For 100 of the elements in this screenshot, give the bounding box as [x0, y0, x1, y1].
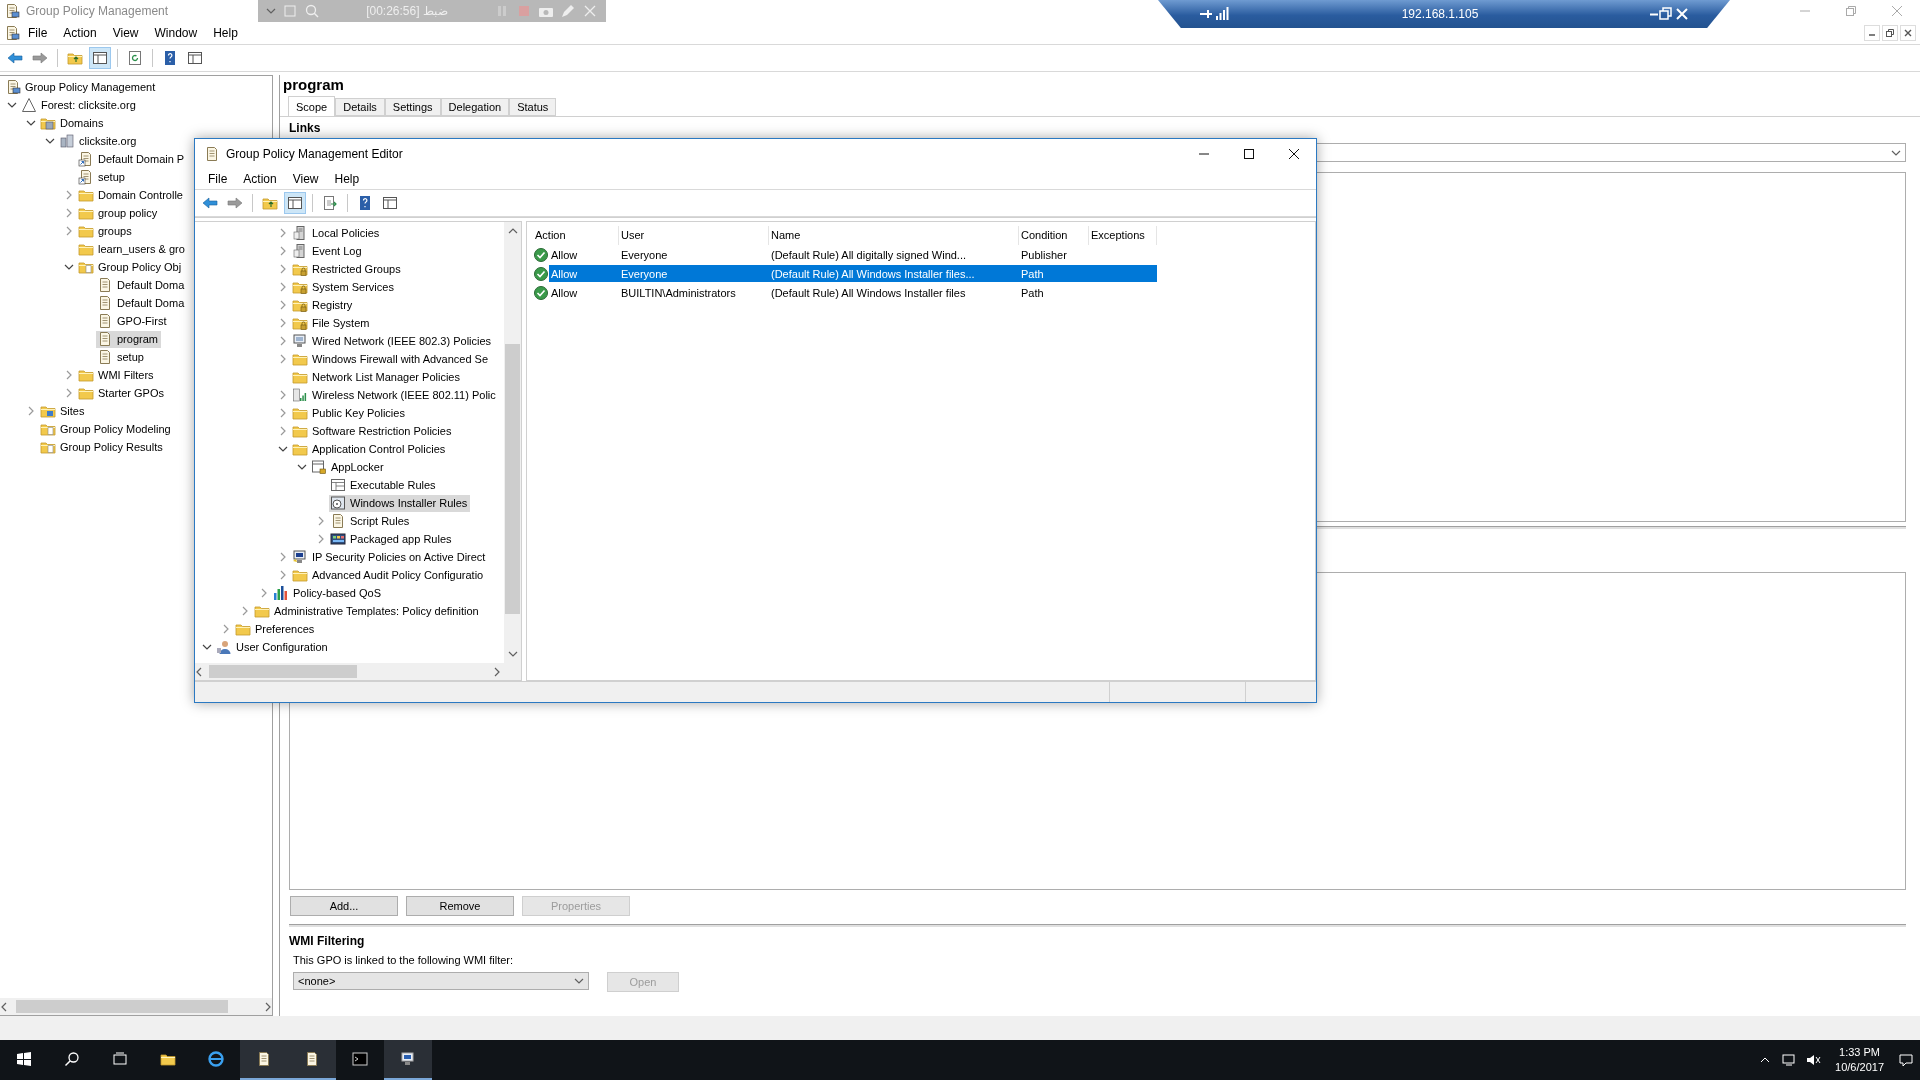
folder-icon [78, 187, 94, 203]
column-header[interactable]: Action [533, 226, 619, 245]
tree-item[interactable]: WMI Filters [77, 366, 157, 384]
tree-item[interactable]: Starter GPOs [77, 384, 168, 402]
column-header[interactable]: User [619, 226, 769, 245]
tree-item[interactable]: AppLocker [310, 458, 387, 476]
tree-item[interactable]: setup [77, 168, 128, 186]
tree-item[interactable]: setup [96, 348, 147, 366]
scrollbar-thumb[interactable] [505, 344, 520, 614]
menu-item[interactable]: View [104, 23, 147, 43]
tree-item[interactable]: program [96, 330, 161, 348]
tree-item[interactable]: Restricted Groups [291, 260, 404, 278]
taskbar-app[interactable] [288, 1040, 336, 1080]
tree-item[interactable]: Network List Manager Policies [291, 368, 463, 386]
tree-item[interactable]: Application Control Policies [291, 440, 449, 458]
tree-item[interactable]: Packaged app Rules [329, 530, 455, 548]
tree-item[interactable]: clicksite.org [58, 132, 140, 150]
tree-item[interactable]: Group Policy Modeling [39, 420, 174, 438]
tab[interactable]: Scope [288, 96, 336, 116]
tree-item[interactable]: Group Policy Obj [77, 258, 185, 276]
table-cell-text: Publisher [1020, 248, 1068, 261]
tree-item[interactable]: Windows Firewall with Advanced Se [291, 350, 492, 368]
tree-item[interactable]: Preferences [234, 620, 318, 638]
taskbar-app[interactable] [240, 1040, 288, 1080]
grid-icon [330, 531, 346, 547]
tree-item[interactable]: File System [291, 314, 373, 332]
tree-item[interactable]: Wireless Network (IEEE 802.11) Polic [291, 386, 499, 404]
menu-item[interactable]: File [20, 23, 56, 43]
close-button[interactable] [1900, 25, 1916, 41]
menu-item[interactable]: View [284, 169, 327, 189]
console-tree-button[interactable] [284, 192, 306, 214]
caret-up-icon [507, 226, 518, 236]
restore-icon [1658, 6, 1674, 22]
tree-item[interactable]: GPO-First [96, 312, 170, 330]
tree-item[interactable]: Sites [39, 402, 88, 420]
tree-item[interactable]: IP Security Policies on Active Direct [291, 548, 489, 566]
scrollbar-thumb[interactable] [16, 1000, 228, 1013]
menu-item[interactable]: Help [326, 169, 368, 189]
panel-icon [92, 50, 108, 66]
tree-item[interactable]: Advanced Audit Policy Configuratio [291, 566, 487, 584]
locked-folder-icon [292, 279, 308, 295]
tree-item[interactable]: User Configuration [215, 638, 331, 656]
tree-item[interactable]: Administrative Templates: Policy definition [253, 602, 482, 620]
tree-item[interactable]: groups [77, 222, 135, 240]
tree-item[interactable]: Default Domain P [77, 150, 188, 168]
menu-item[interactable]: Action [55, 23, 105, 43]
tree-item[interactable]: Group Policy Results [39, 438, 166, 456]
tree-item[interactable]: Policy-based QoS [272, 584, 385, 602]
minimize-button[interactable] [1864, 25, 1880, 41]
tab[interactable]: Details [335, 98, 385, 116]
tree-item[interactable]: learn_users & gro [77, 240, 188, 258]
table-cell-text: Everyone [620, 267, 669, 280]
tree-item[interactable]: Local Policies [291, 224, 383, 242]
tree-item[interactable]: Default Doma [96, 294, 188, 312]
tree-item[interactable]: Domains [39, 114, 107, 132]
push-button[interactable]: Remove [406, 896, 514, 916]
tree-item[interactable]: Event Log [291, 242, 365, 260]
push-button[interactable]: Add... [290, 896, 398, 916]
tree-item[interactable]: Public Key Policies [291, 404, 408, 422]
folder-icon [78, 205, 94, 221]
console-tree-button[interactable] [89, 47, 111, 69]
horizontal-scrollbar[interactable] [195, 663, 521, 680]
horizontal-scrollbar[interactable] [0, 998, 272, 1015]
folder-icon [292, 423, 308, 439]
tree-item[interactable]: Group Policy Management [4, 78, 159, 96]
panel-icon [382, 195, 398, 211]
tree-item[interactable]: Windows Installer Rules [329, 494, 471, 512]
tree-item[interactable]: Registry [291, 296, 356, 314]
column-header[interactable]: Condition [1019, 226, 1089, 245]
column-header[interactable]: Exceptions [1089, 226, 1157, 245]
tree-item[interactable]: Software Restriction Policies [291, 422, 455, 440]
tree-item[interactable]: Executable Rules [329, 476, 439, 494]
wmi-filter-dropdown[interactable]: <none> [293, 972, 589, 990]
tree-item[interactable]: Domain Controlle [77, 186, 186, 204]
menu-item[interactable]: Action [235, 169, 285, 189]
tree-item[interactable]: Default Doma [96, 276, 188, 294]
vertical-scrollbar[interactable] [504, 222, 521, 663]
menu-item[interactable]: Help [205, 23, 246, 43]
rule-row[interactable]: Allow Everyone (Default Rule) All digitally signed Wind... Publisher [549, 246, 1157, 263]
tree-item[interactable]: Wired Network (IEEE 802.3) Policies [291, 332, 495, 350]
tree-item[interactable]: System Services [291, 278, 397, 296]
globe-icon [208, 1051, 224, 1067]
column-header[interactable]: Name [769, 226, 1019, 245]
pen-icon [560, 3, 576, 19]
rule-row[interactable]: Allow BUILTIN\Administrators (Default Rule) All Windows Installer files Path [549, 284, 1157, 301]
tree-item[interactable]: group policy [77, 204, 161, 222]
rule-row[interactable]: Allow Everyone (Default Rule) All Windows Installer files... Path [549, 265, 1157, 282]
menu-item[interactable]: Window [146, 23, 206, 43]
tab[interactable]: Status [509, 98, 557, 116]
tab[interactable]: Delegation [440, 98, 510, 116]
close-icon [1674, 6, 1690, 22]
menu-item[interactable]: File [200, 169, 236, 189]
restore-button[interactable] [1882, 25, 1898, 41]
tab[interactable]: Settings [384, 98, 441, 116]
taskbar-app[interactable] [384, 1040, 432, 1080]
tree-item[interactable]: Forest: clicksite.org [20, 96, 139, 114]
clock[interactable]: 1:33 PM 10/6/2017 [1829, 1045, 1890, 1075]
scrollbar-thumb[interactable] [209, 665, 357, 678]
tree-item[interactable]: Script Rules [329, 512, 413, 530]
signal-icon [292, 387, 308, 403]
